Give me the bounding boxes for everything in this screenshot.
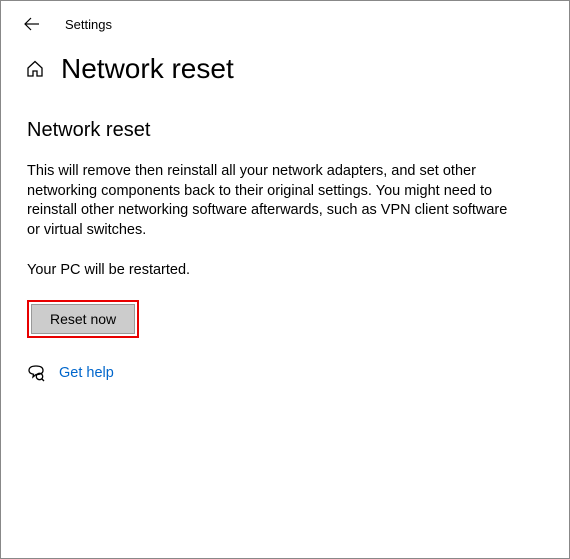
back-arrow-icon (23, 15, 41, 33)
home-icon[interactable] (25, 59, 45, 79)
header: Settings (1, 1, 569, 47)
title-row: Network reset (1, 47, 569, 85)
section-heading: Network reset (27, 119, 515, 142)
get-help-icon (27, 364, 45, 382)
body-text: This will remove then reinstall all your… (27, 162, 515, 240)
help-row: Get help (27, 364, 515, 382)
restart-text: Your PC will be restarted. (27, 262, 515, 278)
back-button[interactable] (23, 15, 41, 33)
get-help-link[interactable]: Get help (59, 365, 114, 381)
content: Network reset This will remove then rein… (1, 85, 541, 382)
reset-now-button[interactable]: Reset now (31, 304, 135, 334)
reset-button-highlight: Reset now (27, 300, 139, 338)
settings-label: Settings (65, 17, 112, 32)
page-title: Network reset (61, 53, 234, 85)
